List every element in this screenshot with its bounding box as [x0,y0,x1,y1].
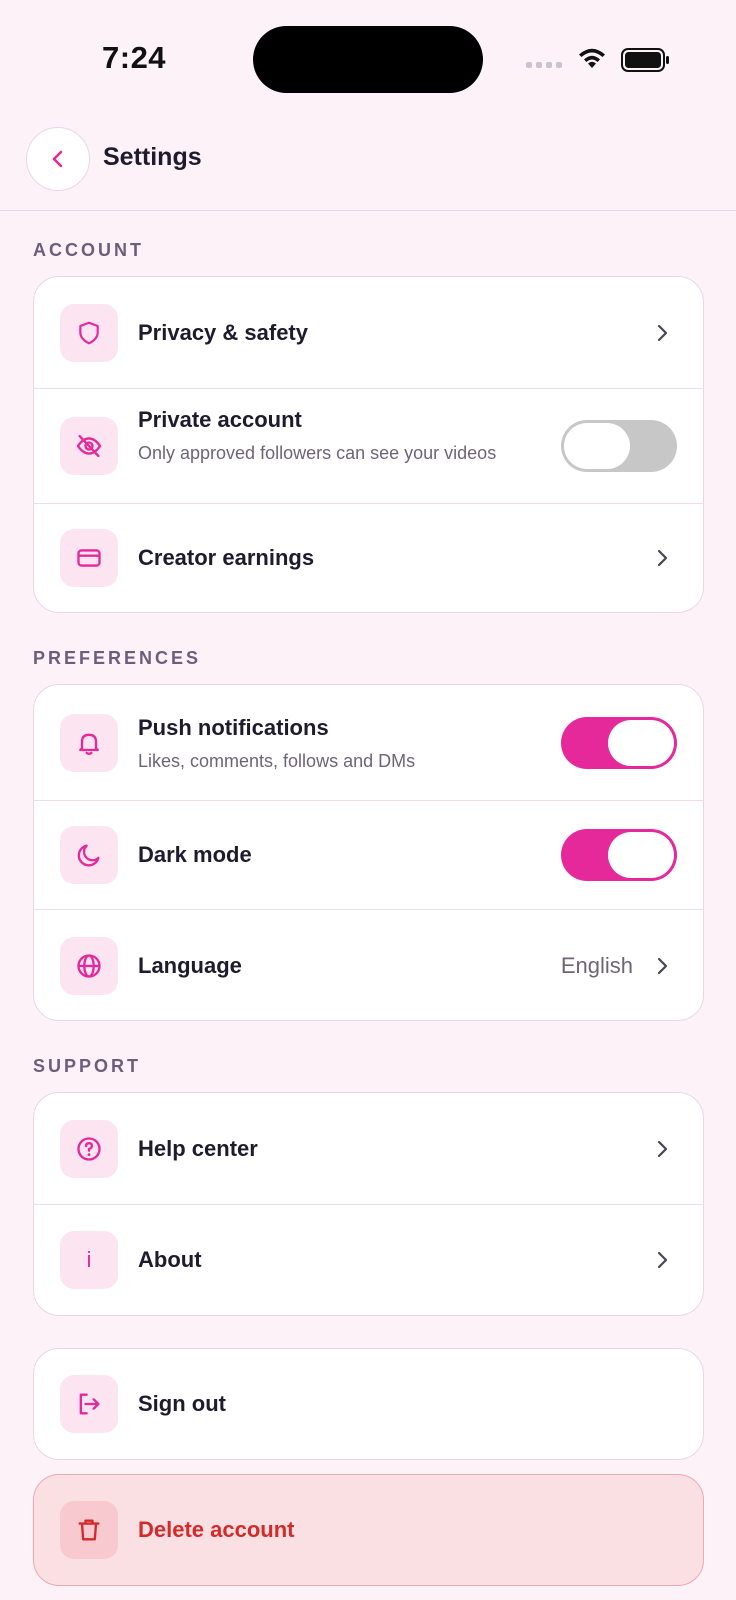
settings-screen: 7:24 Settings ACCOUNT Privacy & safety P… [0,0,736,1600]
toggle-knob [608,832,674,878]
wifi-icon [579,48,605,68]
push-notifications-description: Likes, comments, follows and DMs [138,751,416,771]
info-glyph: i [86,1247,92,1272]
help-center-row[interactable]: Help center [34,1093,703,1204]
privacy-safety-row[interactable]: Privacy & safety [34,277,703,388]
toggle-knob [564,423,630,469]
page-title: Settings [103,143,202,171]
sign-out-label: Sign out [138,1391,226,1416]
creator-earnings-label: Creator earnings [138,545,315,570]
chevron-right-icon [657,1251,668,1269]
push-notifications-toggle[interactable] [561,716,677,769]
private-account-description: Only approved followers can see your vid… [138,443,497,463]
dynamic-island [253,26,483,93]
trash-icon [60,1501,118,1559]
account-card: Privacy & safety Private account Only ap… [33,276,704,613]
shield-icon [60,303,118,362]
dark-mode-toggle[interactable] [561,829,677,881]
credit-card-icon [60,529,118,587]
sign-out-card: Sign out [33,1348,704,1460]
bell-icon [60,713,118,772]
delete-account-label: Delete account [138,1517,295,1542]
battery-icon [621,48,669,72]
globe-icon [60,937,118,995]
chevron-right-icon [657,957,668,975]
language-row[interactable]: Language English [34,909,703,1020]
preferences-card: Push notifications Likes, comments, foll… [33,684,704,1021]
creator-earnings-row[interactable]: Creator earnings [34,503,703,612]
eye-off-icon [60,417,118,475]
support-card: Help center i About [33,1092,704,1316]
about-row[interactable]: i About [34,1204,703,1315]
dark-mode-row: Dark mode [34,800,703,909]
info-icon: i [60,1231,118,1289]
sign-out-icon [60,1375,118,1433]
about-label: About [138,1247,202,1272]
private-account-label: Private account [138,407,302,432]
toggle-knob [608,719,674,766]
delete-account-card: Delete account [33,1474,704,1586]
push-notifications-row: Push notifications Likes, comments, foll… [34,685,703,800]
chevron-right-icon [657,324,668,341]
section-label-preferences: PREFERENCES [33,648,202,668]
privacy-safety-label: Privacy & safety [138,319,308,345]
status-bar: 7:24 [0,0,736,110]
private-account-row: Private account Only approved followers … [34,388,703,503]
back-button[interactable] [26,127,90,191]
help-circle-icon [60,1119,118,1178]
back-chevron-icon [52,150,63,168]
language-value: English [560,953,633,978]
moon-icon [60,826,118,884]
section-label-account: ACCOUNT [33,240,144,260]
status-time: 7:24 [102,40,167,75]
chevron-right-icon [657,1140,668,1157]
help-center-label: Help center [138,1135,258,1161]
cellular-signal-icon [526,62,562,68]
dark-mode-label: Dark mode [138,842,252,867]
private-account-toggle[interactable] [561,420,677,472]
delete-account-button[interactable]: Delete account [34,1475,703,1585]
section-label-support: SUPPORT [33,1056,142,1076]
header: Settings [0,125,736,211]
sign-out-button[interactable]: Sign out [34,1349,703,1459]
push-notifications-label: Push notifications [138,715,329,740]
chevron-right-icon [657,549,668,567]
language-label: Language [138,953,242,978]
